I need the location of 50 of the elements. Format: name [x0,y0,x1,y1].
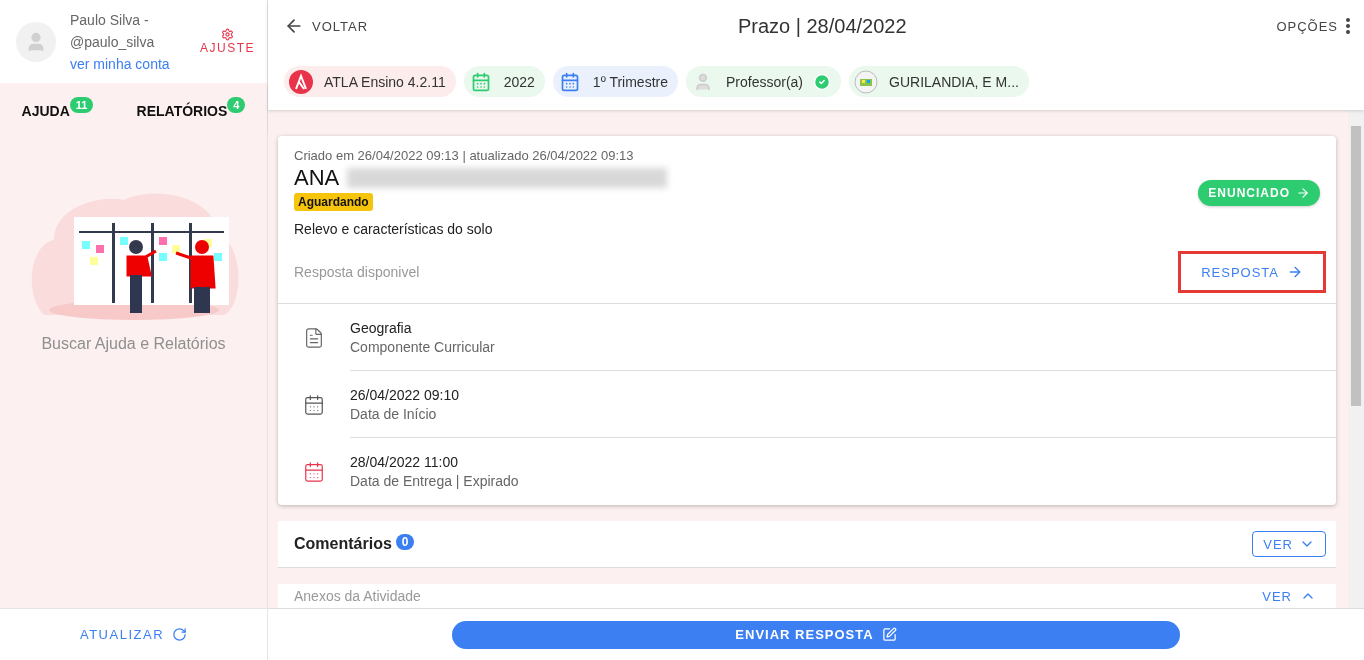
user-name: Paulo Silva - [70,10,150,30]
settings-button[interactable]: AJUSTE [200,28,255,55]
attachments-title: Anexos da Atividade [294,588,421,604]
refresh-button[interactable]: ATUALIZAR [73,626,194,643]
view-comments-button[interactable]: VER [1252,531,1326,557]
user-icon [693,71,713,92]
calendar-icon [303,460,325,483]
comments-title: Comentários 0 [294,535,415,553]
calendar-icon [303,393,325,416]
context-chip[interactable]: ATLA Ensino 4.2.11 [284,66,456,97]
calendar-icon [470,71,491,92]
page-title: Prazo | 28/04/2022 [737,14,907,38]
sidebar-tab[interactable]: AJUDA [21,96,70,119]
answer-button[interactable]: RESPOSTA [1178,251,1326,293]
gear-icon [221,28,234,41]
more-icon [1346,18,1350,34]
context-chip[interactable]: 1º Trimestre [552,66,678,97]
edit-icon [881,627,897,642]
context-chip[interactable]: 2022 [463,66,545,97]
detail-label: Componente Curricular [350,338,496,355]
account-link[interactable]: ver minha conta [70,53,186,74]
context-chip[interactable]: GURILANDIA, E M... [849,66,1029,97]
user-handle: @paulo_silva [70,32,156,52]
arrow-right-icon [1287,264,1303,280]
document-icon [303,326,325,349]
detail-value: Geografia [350,319,413,336]
detail-value: 26/04/2022 09:10 [350,386,460,403]
detail-value: 28/04/2022 11:00 [350,454,459,470]
count-badge: 4 [227,96,246,113]
created-updated-text: Criado em 26/04/2022 09:13 | atualizado 26/04/2022 09:13 [294,148,635,163]
scrollbar[interactable] [1348,110,1364,608]
detail-label: Data de Início [350,405,438,422]
avatar [16,21,56,62]
answer-note: Resposta disponivel [294,264,420,280]
status-badge: Aguardando [294,193,373,211]
view-attachments-button[interactable]: VER [1262,588,1316,604]
calendar-icon [559,71,580,92]
options-button[interactable]: OPÇÕES [1276,18,1350,34]
context-chip[interactable]: Professor(a) [686,66,841,97]
sidebar-tab[interactable]: RELATÓRIOS [136,96,228,119]
empty-message: Buscar Ajuda e Relatórios [41,335,226,353]
refresh-icon [172,627,188,642]
logo-icon [289,69,313,94]
school-logo-icon [854,69,878,94]
send-answer-button[interactable]: ENVIAR RESPOSTA [452,620,1180,649]
student-name: ANA [294,165,340,191]
activity-topic: Relevo e características do solo [294,221,494,237]
detail-label: Data de Entrega | Expirado [350,473,520,489]
count-badge: 11 [69,96,94,113]
back-button[interactable]: VOLTAR [284,16,369,36]
